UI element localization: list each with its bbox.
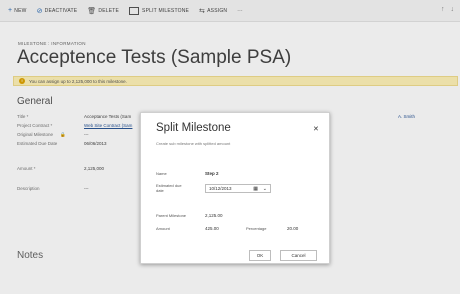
percentage-value[interactable]: 20.00 xyxy=(287,226,298,231)
calendar-icon[interactable]: ▦ xyxy=(253,186,258,192)
dialog-title: Split Milestone xyxy=(156,122,231,134)
amount-dialog-value[interactable]: 425.00 xyxy=(205,226,219,231)
parent-milestone-value: 2,125.00 xyxy=(205,213,223,218)
name-label: Name xyxy=(156,171,167,176)
percentage-label: Percentage xyxy=(246,226,267,231)
due-date-value: 10/12/2013 xyxy=(209,186,232,191)
due-date-label: Estimated due date xyxy=(156,183,182,193)
parent-milestone-label: Parent Milestone xyxy=(156,213,187,218)
due-date-label-line2: date xyxy=(156,188,164,193)
ok-button[interactable]: OK xyxy=(249,250,271,261)
dialog-subtitle: Create sub milestone with splitted amoun… xyxy=(156,141,231,146)
split-milestone-dialog: Split Milestone ✕ Create sub milestone w… xyxy=(140,112,330,264)
amount-dialog-label: Amount xyxy=(156,226,170,231)
chevron-down-icon[interactable]: ⌄ xyxy=(263,186,267,192)
cancel-button[interactable]: Cancel xyxy=(280,250,317,261)
close-icon[interactable]: ✕ xyxy=(313,125,319,133)
due-date-input[interactable]: 10/12/2013 ▦ ⌄ xyxy=(205,184,271,193)
name-value[interactable]: Step 2 xyxy=(205,171,219,176)
